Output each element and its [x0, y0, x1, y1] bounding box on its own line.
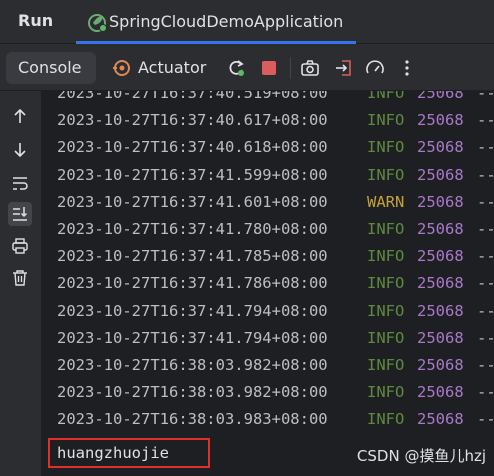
log-timestamp: 2023-10-27T16:37:40.617+08:00	[57, 111, 328, 130]
log-timestamp: 2023-10-27T16:37:41.794+08:00	[57, 328, 328, 347]
log-tail: --	[477, 220, 494, 238]
console-tab[interactable]: Console	[6, 52, 96, 84]
log-line: 2023-10-27T16:37:41.786+08:00 INFO 25068 --	[57, 270, 494, 297]
log-line: 2023-10-27T16:37:40.617+08:00 INFO 25068 --	[57, 107, 494, 134]
log-pid: 25068	[417, 410, 464, 429]
log-line: 2023-10-27T16:37:41.785+08:00 INFO 25068 --	[57, 243, 494, 270]
log-line: 2023-10-27T16:37:41.599+08:00 INFO 25068 --	[57, 162, 494, 189]
more-vertical-icon[interactable]	[397, 58, 417, 78]
log-tail: --	[477, 247, 494, 266]
log-timestamp: 2023-10-27T16:37:41.794+08:00	[57, 301, 328, 320]
highlight-box	[48, 438, 210, 468]
log-tail: --	[477, 328, 494, 347]
run-tool-window-header: Run SpringCloudDemoApplication	[0, 0, 494, 44]
log-tail: --	[477, 111, 494, 130]
rerun-icon[interactable]	[226, 58, 246, 78]
exit-icon[interactable]	[334, 58, 354, 78]
log-level: INFO	[367, 247, 405, 266]
log-pid: 25068	[417, 220, 464, 238]
log-line: 2023-10-27T16:38:03.982+08:00 INFO 25068 --	[57, 352, 494, 379]
log-level: INFO	[367, 383, 405, 402]
soft-wrap-icon	[13, 177, 28, 190]
console-toolbar: Console Actuator	[0, 44, 494, 91]
log-line: 2023-10-27T16:37:40.519+08:00 INFO 25068 --	[57, 91, 494, 107]
down-button[interactable]	[8, 138, 32, 162]
log-tail: --	[477, 274, 494, 293]
log-line: 2023-10-27T16:37:41.780+08:00 INFO 25068 --	[57, 216, 494, 243]
tab-title: SpringCloudDemoApplication	[109, 12, 344, 31]
log-line: 2023-10-27T16:37:41.794+08:00 INFO 25068 --	[57, 298, 494, 325]
stop-icon[interactable]	[259, 58, 279, 78]
log-timestamp: 2023-10-27T16:38:03.982+08:00	[57, 383, 328, 402]
gauge-icon[interactable]	[365, 58, 385, 78]
log-timestamp: 2023-10-27T16:37:41.780+08:00	[57, 220, 328, 238]
log-pid: 25068	[417, 247, 464, 266]
log-line: 2023-10-27T16:38:03.983+08:00 INFO 25068 --	[57, 406, 494, 433]
log-level: INFO	[367, 356, 405, 374]
log-pid: 25068	[417, 328, 464, 347]
run-label: Run	[18, 11, 54, 30]
log-level: INFO	[367, 165, 405, 184]
spring-leaf-icon	[88, 14, 107, 32]
log-line: 2023-10-27T16:37:40.618+08:00 INFO 25068 --	[57, 134, 494, 161]
log-level: INFO	[367, 220, 405, 238]
log-level: WARN	[367, 192, 405, 211]
console-side-toolbar	[0, 91, 42, 476]
console-output[interactable]: 2023-10-27T16:37:40.519+08:00 INFO 25068 --…	[42, 91, 494, 476]
log-pid: 25068	[417, 356, 464, 374]
log-pid: 25068	[417, 383, 464, 402]
print-button[interactable]	[8, 234, 32, 258]
arrow-down-icon	[14, 143, 26, 158]
log-tail: --	[477, 138, 494, 157]
log-pid: 25068	[417, 91, 464, 102]
log-timestamp: 2023-10-27T16:38:03.982+08:00	[57, 356, 328, 374]
toolbar-separator	[290, 57, 291, 79]
log-timestamp: 2023-10-27T16:37:40.618+08:00	[57, 138, 328, 157]
log-tail: --	[477, 410, 494, 429]
scroll-to-end-button[interactable]	[8, 202, 32, 226]
scroll-to-end-icon	[13, 207, 28, 221]
log-line: 2023-10-27T16:37:41.794+08:00 INFO 25068 --	[57, 325, 494, 352]
watermark: CSDN @摸鱼儿hzj	[356, 447, 486, 465]
log-line: 2023-10-27T16:38:03.982+08:00 INFO 25068 --	[57, 379, 494, 406]
log-timestamp: 2023-10-27T16:37:41.785+08:00	[57, 247, 328, 266]
clear-all-button[interactable]	[8, 266, 32, 290]
up-button[interactable]	[8, 104, 32, 128]
log-timestamp: 2023-10-27T16:37:41.601+08:00	[57, 192, 328, 211]
log-level: INFO	[367, 91, 405, 102]
console-tab-label: Console	[18, 58, 82, 77]
log-pid: 25068	[417, 111, 464, 130]
actuator-icon	[113, 60, 130, 76]
log-pid: 25068	[417, 138, 464, 157]
log-timestamp: 2023-10-27T16:38:03.983+08:00	[57, 410, 328, 429]
log-timestamp: 2023-10-27T16:37:41.786+08:00	[57, 274, 328, 293]
log-pid: 25068	[417, 301, 464, 320]
log-timestamp: 2023-10-27T16:37:40.519+08:00	[57, 91, 328, 102]
log-pid: 25068	[417, 165, 464, 184]
log-level: INFO	[367, 328, 405, 347]
log-level: INFO	[367, 138, 405, 157]
log-tail: --	[477, 301, 494, 320]
arrow-up-icon	[14, 108, 26, 123]
log-timestamp: 2023-10-27T16:37:41.599+08:00	[57, 165, 328, 184]
log-level: INFO	[367, 274, 405, 293]
soft-wrap-button[interactable]	[8, 171, 32, 195]
log-level: INFO	[367, 111, 405, 130]
log-tail: --	[477, 91, 494, 102]
log-line: 2023-10-27T16:37:41.601+08:00 WARN 25068 --	[57, 189, 494, 216]
run-configuration-tab[interactable]: SpringCloudDemoApplication	[76, 0, 356, 44]
log-tail: --	[477, 165, 494, 184]
trash-icon	[13, 270, 27, 286]
log-level: INFO	[367, 410, 405, 429]
log-pid: 25068	[417, 274, 464, 293]
print-icon	[12, 238, 28, 254]
log-level: INFO	[367, 301, 405, 320]
log-pid: 25068	[417, 192, 464, 211]
log-tail: --	[477, 356, 494, 374]
log-tail: --	[477, 383, 494, 402]
log-tail: --	[477, 192, 494, 211]
actuator-tab[interactable]: Actuator	[112, 52, 212, 84]
camera-icon[interactable]	[300, 58, 320, 78]
actuator-tab-label: Actuator	[138, 58, 207, 77]
